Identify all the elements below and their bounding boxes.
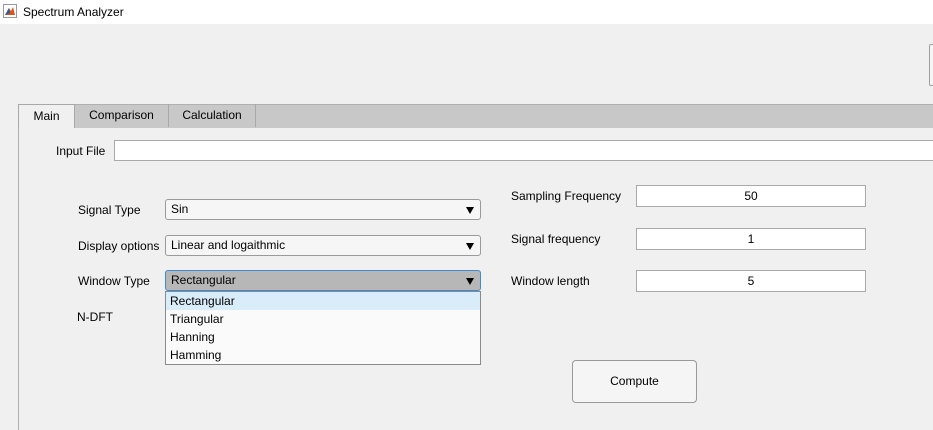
window-length-label: Window length: [511, 274, 590, 288]
tab-comparison[interactable]: Comparison: [75, 104, 169, 127]
tab-calculation-label: Calculation: [182, 108, 242, 122]
tab-main-label: Main: [33, 109, 60, 123]
window-type-options-list: Rectangular Triangular Hanning Hamming: [165, 291, 481, 365]
window-type-value: Rectangular: [171, 273, 236, 287]
window-length-field[interactable]: 5: [636, 270, 866, 292]
n-dft-label: N-DFT: [77, 310, 113, 324]
tab-comparison-label: Comparison: [89, 108, 154, 122]
compute-button[interactable]: Compute: [572, 360, 697, 403]
sampling-frequency-field[interactable]: 50: [636, 185, 866, 207]
title-bar: Spectrum Analyzer: [0, 0, 933, 24]
window-type-label: Window Type: [78, 274, 150, 288]
chevron-down-icon: [466, 243, 474, 250]
window-title: Spectrum Analyzer: [23, 5, 124, 19]
signal-type-dropdown[interactable]: Sin: [165, 199, 481, 220]
tab-calculation[interactable]: Calculation: [169, 104, 256, 127]
sampling-frequency-label: Sampling Frequency: [511, 189, 622, 203]
top-right-button[interactable]: [929, 44, 933, 86]
tab-main[interactable]: Main: [18, 104, 75, 128]
input-file-field[interactable]: [114, 140, 933, 161]
matlab-icon: [3, 4, 17, 18]
signal-frequency-label: Signal frequency: [511, 232, 601, 246]
display-options-label: Display options: [78, 239, 160, 253]
input-file-label: Input File: [56, 144, 106, 158]
display-options-value: Linear and logaithmic: [171, 238, 286, 252]
option-hamming[interactable]: Hamming: [166, 346, 480, 364]
option-hanning[interactable]: Hanning: [166, 328, 480, 346]
signal-type-label: Signal Type: [78, 203, 141, 217]
option-rectangular[interactable]: Rectangular: [166, 292, 480, 310]
option-triangular[interactable]: Triangular: [166, 310, 480, 328]
window-type-dropdown[interactable]: Rectangular: [165, 270, 481, 291]
chevron-down-icon: [466, 207, 474, 214]
chevron-down-icon: [466, 278, 474, 285]
compute-button-label: Compute: [610, 374, 659, 388]
signal-frequency-field[interactable]: 1: [636, 228, 866, 250]
signal-type-value: Sin: [171, 202, 189, 216]
display-options-dropdown[interactable]: Linear and logaithmic: [165, 235, 481, 256]
